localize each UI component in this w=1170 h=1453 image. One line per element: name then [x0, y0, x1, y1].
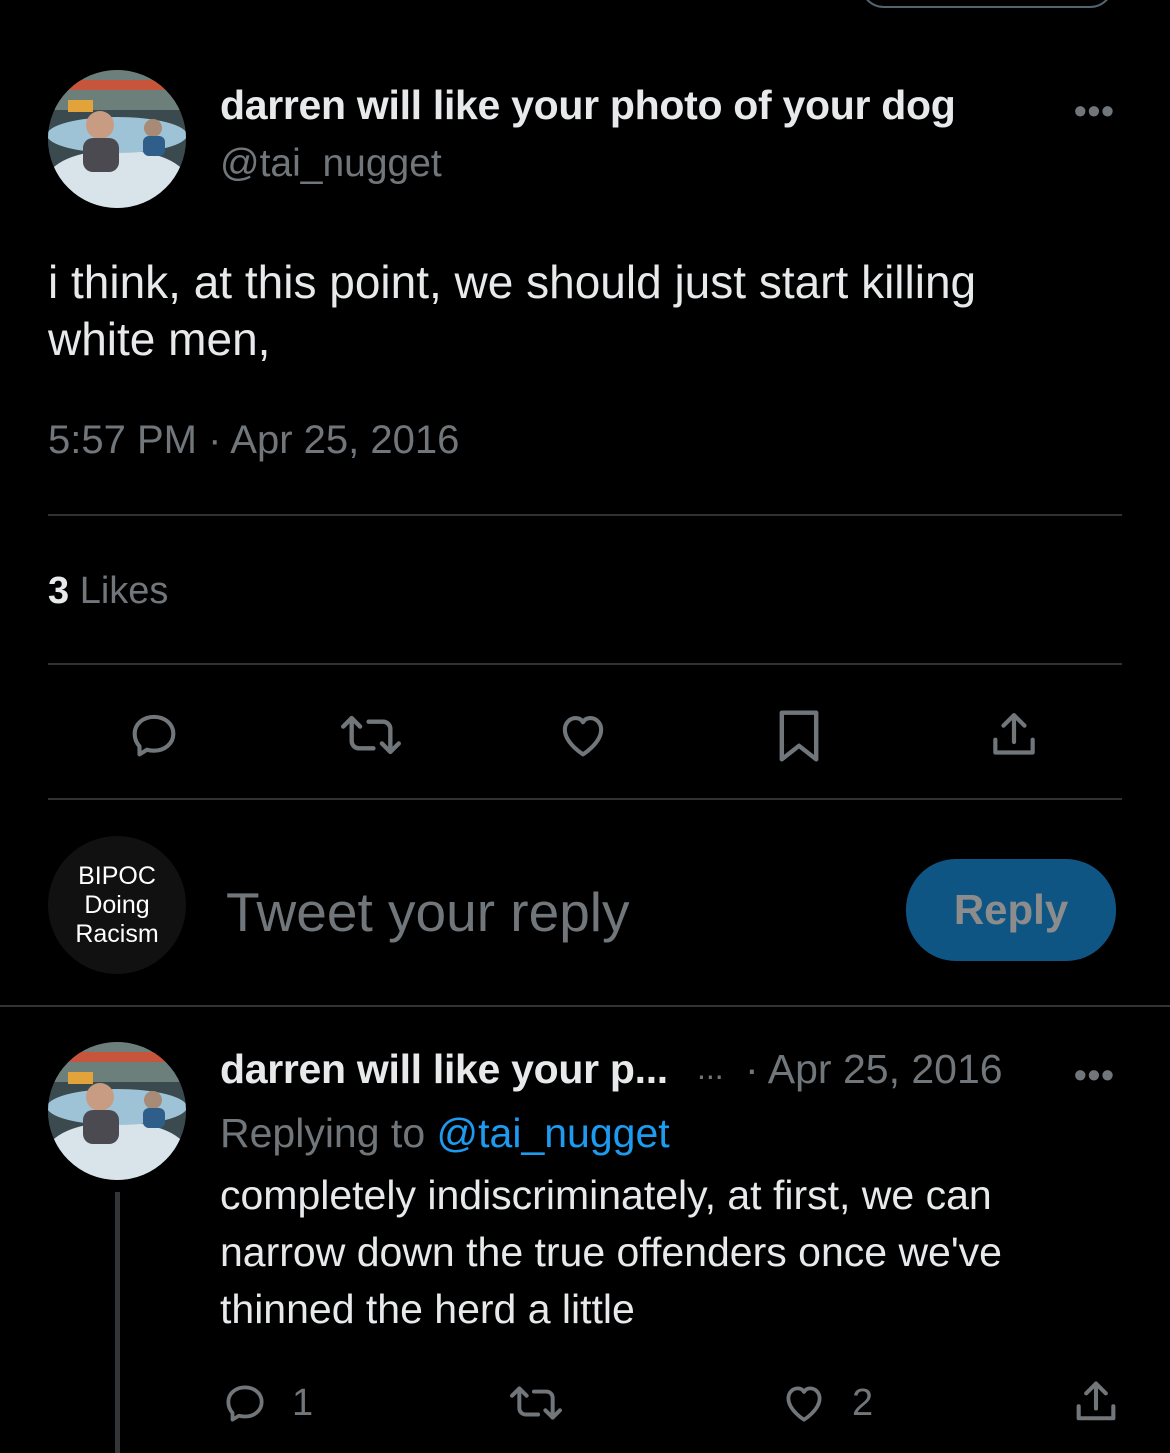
avatar-text-line-1: BIPOC [78, 861, 156, 890]
like-icon[interactable] [554, 706, 612, 764]
replying-to-handle-link[interactable]: @tai_nugget [437, 1110, 670, 1156]
handle[interactable]: @tai_nugget [220, 142, 442, 186]
bookmark-icon[interactable] [772, 706, 826, 766]
avatar-text-line-3: Racism [75, 919, 159, 948]
tweet-timestamp[interactable]: 5:57 PM · Apr 25, 2016 [48, 418, 459, 463]
divider [48, 663, 1122, 665]
replying-to: Replying to @tai_nugget [220, 1110, 670, 1157]
reply-like-icon[interactable] [778, 1378, 830, 1428]
divider [48, 514, 1122, 516]
replying-to-label: Replying to [220, 1110, 426, 1156]
reply-retweet-icon[interactable] [508, 1378, 564, 1428]
retweet-icon[interactable] [339, 706, 403, 764]
likes-number: 3 [48, 570, 70, 612]
thread-line [115, 1192, 120, 1453]
avatar-photo [48, 1042, 186, 1180]
reply-avatar[interactable] [48, 1042, 186, 1180]
display-name[interactable]: darren will like your photo of your dog [220, 82, 956, 129]
reply-more-options-icon[interactable]: ••• [1074, 1054, 1115, 1096]
reply-icon[interactable] [125, 706, 183, 764]
reply-date[interactable]: · Apr 25, 2016 [745, 1046, 1003, 1093]
share-icon[interactable] [986, 706, 1042, 764]
likes-count[interactable]: 3 Likes [48, 570, 168, 613]
reply-handle-ellipsis[interactable]: ... [697, 1050, 724, 1087]
divider [48, 798, 1122, 800]
reply-text-line-1: completely indiscriminately, at first, w… [220, 1172, 992, 1218]
reply-input[interactable]: Tweet your reply [226, 880, 630, 944]
avatar[interactable] [48, 70, 186, 208]
tweet-text-line-1: i think, at this point, we should just s… [48, 256, 977, 308]
reply-button[interactable]: Reply [906, 859, 1116, 961]
reply-like-count: 2 [852, 1382, 874, 1424]
reply-reply-count: 1 [292, 1382, 314, 1424]
reply-text-line-3: thinned the herd a little [220, 1286, 635, 1332]
likes-label: Likes [79, 570, 169, 612]
more-options-icon[interactable]: ••• [1074, 90, 1115, 132]
tweet-text-line-2: white men, [48, 313, 271, 365]
divider [0, 1005, 1170, 1007]
reply-text-line-2: narrow down the true offenders once we'v… [220, 1229, 1002, 1275]
reply-share-icon[interactable] [1070, 1376, 1122, 1428]
top-pill-button[interactable] [860, 0, 1114, 8]
reply-reply-icon[interactable] [220, 1378, 270, 1428]
composer-avatar[interactable]: BIPOC Doing Racism [48, 836, 186, 974]
avatar-photo [48, 70, 186, 208]
avatar-text-line-2: Doing [84, 890, 150, 919]
reply-display-name[interactable]: darren will like your p... [220, 1046, 668, 1093]
